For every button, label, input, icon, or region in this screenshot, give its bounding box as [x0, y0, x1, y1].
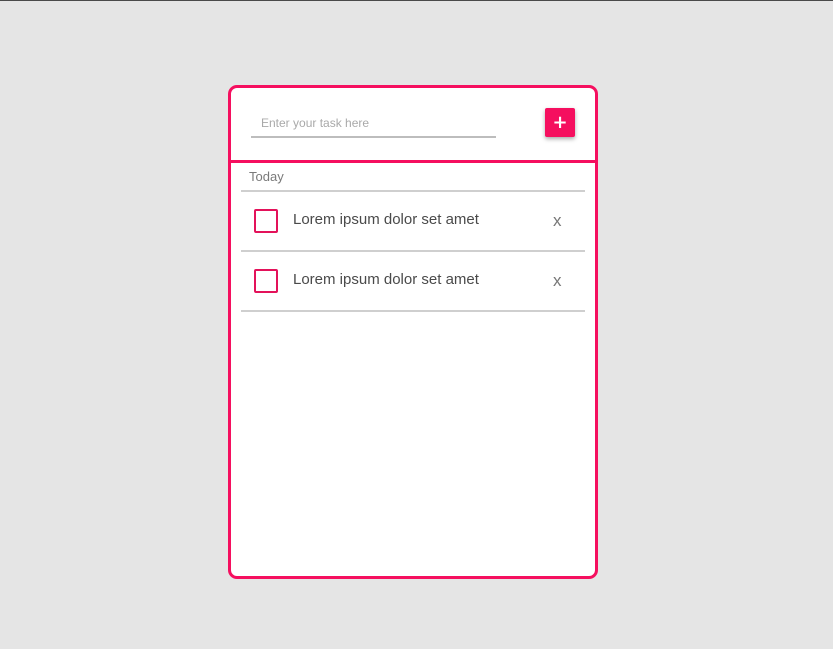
task-input[interactable]: [251, 110, 496, 138]
todo-header: +: [231, 88, 595, 163]
section-label: Today: [241, 163, 585, 192]
task-checkbox[interactable]: [254, 209, 278, 233]
add-task-button[interactable]: +: [545, 108, 575, 137]
todo-card: + Today Lorem ipsum dolor set amet x Lor…: [228, 85, 598, 579]
task-row: Lorem ipsum dolor set amet x: [241, 252, 585, 312]
delete-task-button[interactable]: x: [553, 271, 562, 291]
task-section-today: Today Lorem ipsum dolor set amet x Lorem…: [241, 163, 585, 312]
task-text: Lorem ipsum dolor set amet: [293, 271, 479, 288]
task-text: Lorem ipsum dolor set amet: [293, 211, 479, 228]
task-row: Lorem ipsum dolor set amet x: [241, 192, 585, 252]
task-checkbox[interactable]: [254, 269, 278, 293]
delete-task-button[interactable]: x: [553, 211, 562, 231]
